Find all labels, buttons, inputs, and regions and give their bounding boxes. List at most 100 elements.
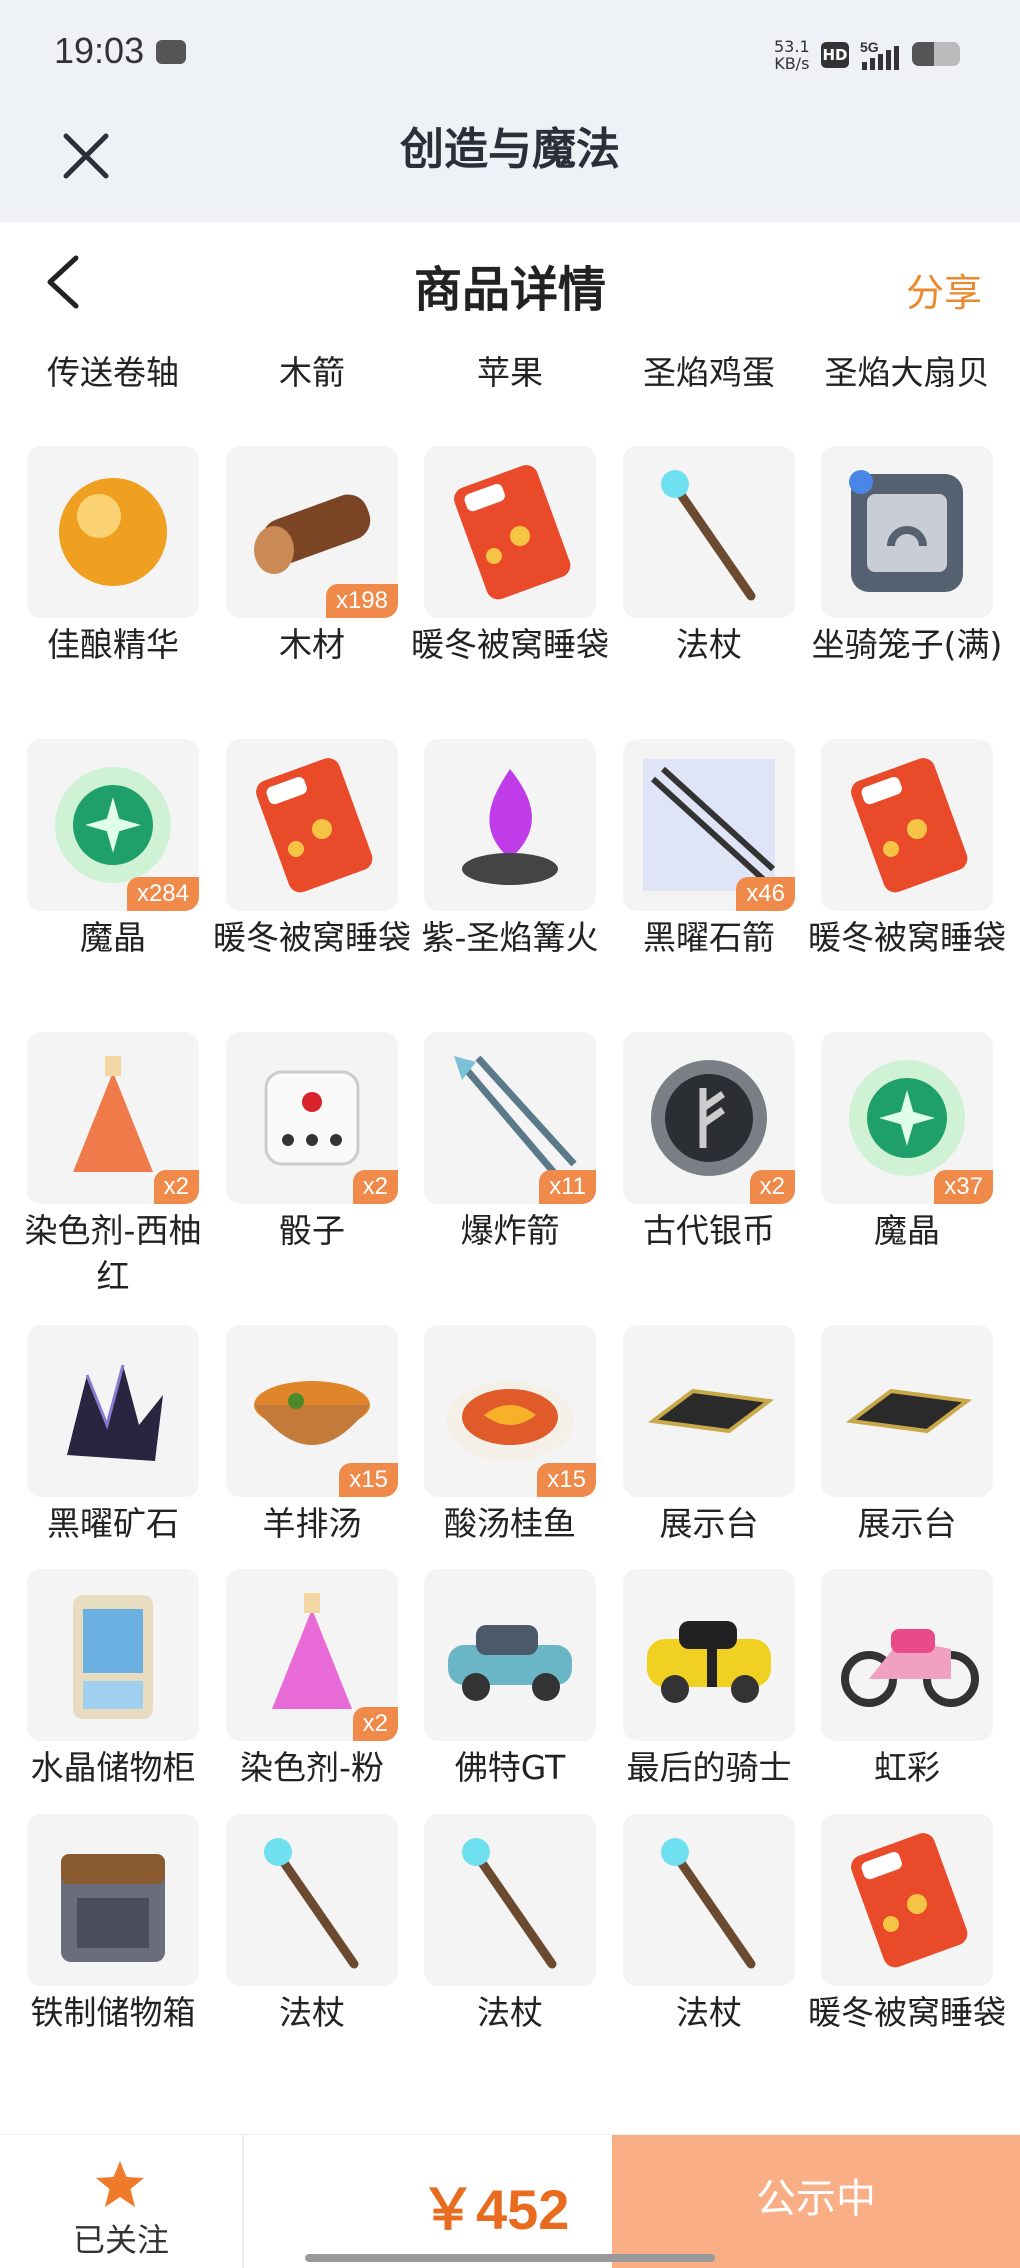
item-name: 虹彩: [874, 1748, 940, 1787]
hd-icon: HD: [821, 42, 849, 68]
item-name: 法杖: [676, 625, 742, 664]
item-tile[interactable]: x15 羊排汤: [226, 1325, 398, 1547]
yellow-car-icon: [647, 1621, 771, 1703]
item-tile[interactable]: 黑曜矿石: [27, 1325, 199, 1547]
item-name: 染色剂-西柚红: [24, 1211, 202, 1296]
item-image: [226, 739, 398, 911]
item-tile[interactable]: 最后的骑士: [623, 1569, 795, 1791]
item-image: x37: [821, 1032, 993, 1204]
item-tile[interactable]: 法杖: [623, 1814, 795, 2036]
item-tile[interactable]: 虹彩: [821, 1569, 993, 1791]
item-image: [623, 446, 795, 618]
motorcycle-icon: [841, 1629, 979, 1707]
item-image: x198: [226, 446, 398, 618]
item-name: 魔晶: [874, 1211, 940, 1250]
status-bar: 19:03 53.1 KB/s HD 5G: [0, 0, 1020, 110]
item-tile[interactable]: 暖冬被窝睡袋: [213, 739, 411, 961]
item-image: [623, 1569, 795, 1741]
item-tile[interactable]: 佛特GT: [424, 1569, 596, 1791]
item-name: 紫-圣焰篝火: [421, 918, 599, 957]
item-tile[interactable]: x24传送卷轴: [27, 352, 199, 396]
item-name: 骰子: [279, 1211, 345, 1250]
item-tile[interactable]: x37圣焰鸡蛋: [623, 352, 795, 396]
item-grid: x24传送卷轴x4木箭苹果x37圣焰鸡蛋圣焰大扇贝佳酿精华x198木材暖冬被窝睡…: [0, 352, 1020, 2134]
item-tile[interactable]: 展示台: [623, 1325, 795, 1547]
item-tile[interactable]: 圣焰大扇贝: [821, 352, 993, 396]
sleeping-bag-icon: [454, 465, 571, 600]
item-image: x2: [226, 1032, 398, 1204]
quantity-badge: x37: [934, 1170, 993, 1204]
staff-icon: [462, 1838, 557, 1969]
item-tile[interactable]: 展示台: [821, 1325, 993, 1547]
mount-cage-icon: [849, 470, 963, 592]
item-tile[interactable]: 法杖: [424, 1814, 596, 2036]
item-image: [821, 739, 993, 911]
staff-icon: [661, 1838, 756, 1969]
item-name: 暖冬被窝睡袋: [411, 625, 609, 664]
item-name: 暖冬被窝睡袋: [808, 1993, 1006, 2032]
item-tile[interactable]: x2 染色剂-西柚红: [25, 1032, 201, 1300]
item-tile[interactable]: 佳酿精华: [27, 446, 199, 668]
item-image: [27, 1814, 199, 1986]
item-tile[interactable]: x198 木材: [226, 446, 398, 668]
item-tile[interactable]: x2 古代银币: [623, 1032, 795, 1254]
gamepad-icon: [156, 40, 186, 64]
quantity-badge: x2: [749, 1170, 795, 1204]
follow-button[interactable]: 已关注: [0, 2135, 242, 2268]
item-tile[interactable]: x2 骰子: [226, 1032, 398, 1254]
quantity-badge: x15: [339, 1463, 398, 1497]
item-name: 展示台: [857, 1504, 957, 1543]
item-name: 苹果: [477, 353, 543, 392]
crystal-cabinet-icon: [73, 1595, 153, 1719]
item-image: x284: [27, 739, 199, 911]
item-name: 黑曜矿石: [47, 1504, 179, 1543]
item-tile[interactable]: x4木箭: [226, 352, 398, 396]
quantity-badge: x2: [153, 1170, 199, 1204]
item-name: 染色剂-粉: [240, 1748, 384, 1787]
sleeping-bag-icon: [851, 758, 968, 893]
item-name: 古代银币: [643, 1211, 775, 1250]
item-image: [424, 739, 596, 911]
item-tile[interactable]: 暖冬被窝睡袋: [808, 1814, 1006, 2036]
item-tile[interactable]: 法杖: [623, 446, 795, 668]
item-image: [821, 1569, 993, 1741]
item-name: 最后的骑士: [626, 1748, 792, 1787]
item-tile[interactable]: x11 爆炸箭: [424, 1032, 596, 1254]
item-tile[interactable]: 苹果: [424, 352, 596, 396]
item-image: [424, 446, 596, 618]
app-title: 创造与魔法: [400, 124, 620, 175]
item-name: 法杖: [279, 1993, 345, 2032]
item-tile[interactable]: 坐骑笼子(满): [812, 446, 1002, 668]
item-name: 黑曜石箭: [643, 918, 775, 957]
item-tile[interactable]: 水晶储物柜: [27, 1569, 199, 1791]
iron-chest-icon: [61, 1854, 165, 1962]
network-speed: 53.1 KB/s: [774, 37, 810, 73]
item-tile[interactable]: 紫-圣焰篝火: [422, 739, 598, 961]
item-tile[interactable]: x37 魔晶: [821, 1032, 993, 1254]
follow-label: 已关注: [72, 2221, 169, 2259]
item-image: [424, 1814, 596, 1986]
quantity-badge: x198: [325, 584, 398, 618]
share-button[interactable]: 分享: [906, 262, 982, 317]
item-tile[interactable]: 暖冬被窝睡袋: [411, 446, 609, 668]
item-name: 法杖: [477, 1993, 543, 2032]
item-tile[interactable]: 铁制储物箱: [27, 1814, 199, 2036]
home-indicator[interactable]: [305, 2254, 715, 2262]
item-image: [27, 1325, 199, 1497]
item-tile[interactable]: x284 魔晶: [27, 739, 199, 961]
item-tile[interactable]: x2 染色剂-粉: [226, 1569, 398, 1791]
item-tile[interactable]: x15 酸汤桂鱼: [424, 1325, 596, 1547]
sleeping-bag-icon: [851, 1833, 968, 1968]
price: ￥452: [420, 2178, 570, 2241]
item-tile[interactable]: x46 黑曜石箭: [623, 739, 795, 961]
item-tile[interactable]: 暖冬被窝睡袋: [808, 739, 1006, 961]
svg-text:5G: 5G: [860, 39, 879, 55]
item-name: 佛特GT: [454, 1748, 566, 1787]
item-name: 暖冬被窝睡袋: [213, 918, 411, 957]
item-tile[interactable]: 法杖: [226, 1814, 398, 2036]
status-button[interactable]: 公示中: [612, 2135, 1020, 2268]
item-image: [821, 1814, 993, 1986]
quantity-badge: x11: [539, 1170, 596, 1204]
item-image: [424, 1569, 596, 1741]
item-image: [623, 1814, 795, 1986]
